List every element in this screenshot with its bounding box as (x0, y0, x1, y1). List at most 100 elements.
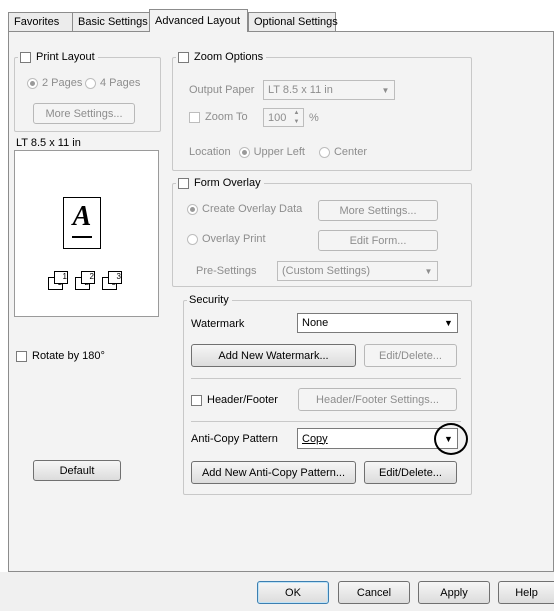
radio-4-pages-dot (85, 77, 96, 89)
watermark-value: None (302, 317, 329, 329)
button-label: OK (285, 586, 301, 599)
zoom-options-legend: Zoom Options (176, 51, 267, 63)
location-row: Location Upper Left Center (189, 146, 367, 158)
print-layout-more-settings-button[interactable]: More Settings... (33, 103, 135, 124)
overlay-print-dot (187, 233, 198, 245)
chevron-down-icon: ▼ (381, 85, 390, 95)
header-footer-checkbox[interactable]: Header/Footer (191, 394, 278, 406)
button-label: Edit Form... (349, 234, 407, 247)
divider (191, 421, 461, 422)
radio-2-pages-dot (27, 77, 38, 89)
button-label: Cancel (356, 586, 392, 599)
button-label: Edit/Delete... (379, 349, 442, 362)
rotate-label: Rotate by 180° (32, 350, 105, 362)
form-overlay-legend: Form Overlay (176, 177, 264, 189)
tab-advanced-layout[interactable]: Advanced Layout (149, 9, 248, 32)
tab-optional-settings[interactable]: Optional Settings (248, 12, 338, 31)
chevron-down-icon: ▼ (444, 318, 453, 328)
form-overlay-label: Form Overlay (194, 177, 261, 189)
radio-4-pages[interactable]: 4 Pages (85, 77, 140, 89)
print-layout-legend: Print Layout (18, 51, 98, 63)
highlight-circle (434, 423, 468, 455)
zoom-options-label: Zoom Options (194, 51, 264, 63)
header-footer-box (191, 394, 202, 406)
page-preview-icon: A 1 1 2 2 3 3 (14, 150, 159, 317)
security-legend: Security (187, 294, 232, 306)
tab-label: Basic Settings (78, 16, 148, 28)
button-label: Help (515, 586, 538, 599)
zoom-options-checkbox[interactable] (178, 51, 189, 63)
create-overlay-dot (187, 203, 198, 215)
preview-text-line (72, 236, 92, 238)
add-new-watermark-button[interactable]: Add New Watermark... (191, 344, 356, 367)
create-overlay-label: Create Overlay Data (202, 203, 303, 215)
help-button[interactable]: Help (498, 581, 554, 604)
output-paper-label: Output Paper (189, 84, 255, 96)
overlay-more-settings-button[interactable]: More Settings... (318, 200, 438, 221)
percent-sign: % (309, 112, 319, 124)
default-button[interactable]: Default (33, 460, 121, 481)
output-paper-value: LT 8.5 x 11 in (268, 84, 333, 96)
button-label: Default (59, 464, 95, 477)
presettings-value: (Custom Settings) (282, 265, 371, 277)
radio-upper-left[interactable] (238, 146, 250, 158)
spin-down-icon[interactable]: ▼ (290, 118, 303, 126)
chevron-down-icon: ▼ (424, 266, 433, 276)
zoom-to-label: Zoom To (205, 111, 248, 123)
tab-favorites[interactable]: Favorites (8, 12, 73, 31)
tab-label: Favorites (14, 16, 60, 28)
radio-4-pages-label: 4 Pages (100, 77, 141, 89)
tab-label: Advanced Layout (155, 15, 241, 27)
zoom-to-box (189, 111, 200, 123)
overlay-print-radio[interactable]: Overlay Print (187, 233, 266, 245)
anticopy-label: Anti-Copy Pattern (191, 433, 278, 445)
header-footer-settings-button[interactable]: Header/Footer Settings... (298, 388, 457, 411)
button-label: Add New Watermark... (218, 349, 329, 362)
button-label: Edit/Delete... (379, 466, 442, 479)
print-layout-label: Print Layout (36, 51, 95, 63)
radio-2-pages[interactable]: 2 Pages (27, 77, 82, 89)
collate-pages-icon: 1 1 2 2 3 3 (48, 271, 128, 291)
watermark-dropdown[interactable]: None ▼ (297, 313, 458, 333)
tab-basic-settings[interactable]: Basic Settings (72, 12, 150, 31)
copy-icon-1b: 1 (54, 271, 68, 284)
button-label: More Settings... (45, 107, 123, 120)
edit-form-button[interactable]: Edit Form... (318, 230, 438, 251)
zoom-to-checkbox[interactable]: Zoom To (189, 111, 248, 123)
zoom-value: 100 (268, 111, 287, 124)
anticopy-value: Copy (302, 432, 328, 445)
copy-icon-3b: 3 (108, 271, 122, 284)
preview-page: A (63, 197, 101, 249)
spin-up-icon[interactable]: ▲ (290, 109, 303, 117)
apply-button[interactable]: Apply (418, 581, 490, 604)
presettings-dropdown[interactable]: (Custom Settings) ▼ (277, 261, 438, 281)
watermark-edit-delete-button[interactable]: Edit/Delete... (364, 344, 457, 367)
header-footer-label: Header/Footer (207, 394, 278, 406)
radio-2-pages-label: 2 Pages (42, 77, 83, 89)
cancel-button[interactable]: Cancel (338, 581, 410, 604)
radio-center[interactable] (318, 146, 330, 158)
zoom-percent-spinner[interactable]: 100 ▲ ▼ (263, 108, 304, 127)
tab-label: Optional Settings (254, 16, 338, 28)
rotate-checkbox-box (16, 350, 27, 362)
overlay-print-label: Overlay Print (202, 233, 266, 245)
button-label: More Settings... (339, 204, 417, 217)
location-label: Location (189, 146, 231, 158)
print-layout-checkbox[interactable] (20, 51, 31, 63)
divider (191, 378, 461, 379)
copy-icon-2b: 2 (81, 271, 95, 284)
add-new-anticopy-button[interactable]: Add New Anti-Copy Pattern... (191, 461, 356, 484)
button-label: Header/Footer Settings... (316, 393, 439, 406)
rotate-180-checkbox[interactable]: Rotate by 180° (16, 350, 105, 362)
button-label: Add New Anti-Copy Pattern... (201, 466, 346, 479)
preview-letter: A (72, 201, 92, 232)
create-overlay-radio[interactable]: Create Overlay Data (187, 203, 302, 215)
center-label: Center (333, 146, 367, 158)
output-paper-dropdown[interactable]: LT 8.5 x 11 in ▼ (263, 80, 395, 100)
form-overlay-checkbox[interactable] (178, 177, 189, 189)
watermark-label: Watermark (191, 318, 245, 330)
anticopy-edit-delete-button[interactable]: Edit/Delete... (364, 461, 457, 484)
paper-size-label: LT 8.5 x 11 in (16, 137, 81, 149)
presettings-label: Pre-Settings (196, 265, 257, 277)
ok-button[interactable]: OK (257, 581, 329, 604)
